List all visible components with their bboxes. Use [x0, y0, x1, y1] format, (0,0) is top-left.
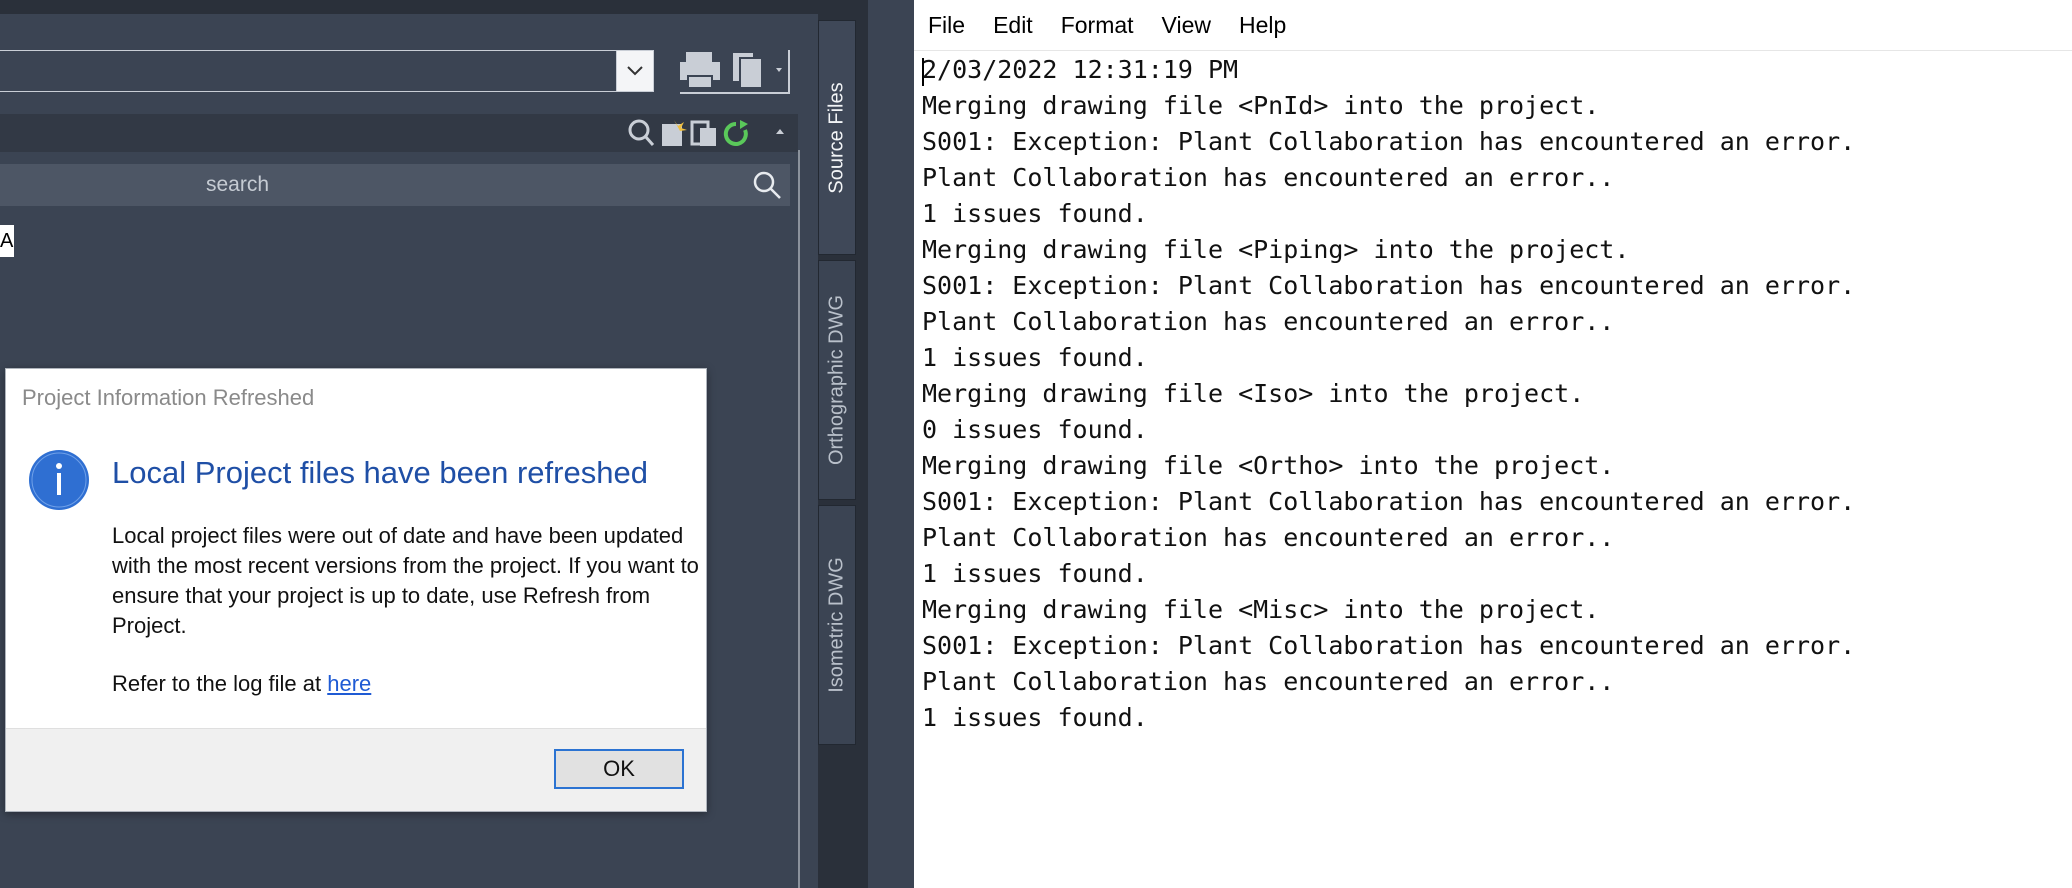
- window-gap: [868, 0, 914, 888]
- log-line: 0 issues found.: [922, 415, 1148, 444]
- tree-item-label[interactable]: A: [0, 225, 14, 257]
- log-line: Plant Collaboration has encountered an e…: [922, 523, 1615, 552]
- log-line: Merging drawing file <PnId> into the pro…: [922, 91, 1600, 120]
- search-placeholder[interactable]: search: [0, 164, 475, 206]
- search-icon[interactable]: [752, 170, 782, 200]
- log-line: 1 issues found.: [922, 199, 1148, 228]
- caret-up-icon[interactable]: [776, 129, 784, 134]
- log-line: Merging drawing file <Misc> into the pro…: [922, 595, 1600, 624]
- tab-label: Orthographic DWG: [825, 294, 848, 466]
- dialog-title: Project Information Refreshed: [22, 385, 315, 410]
- log-line: 1 issues found.: [922, 703, 1148, 732]
- info-icon: [28, 449, 90, 511]
- dialog-body-text: Local project files were out of date and…: [112, 523, 699, 638]
- notepad-window: File Edit Format View Help 2/03/2022 12:…: [914, 0, 2072, 888]
- log-line: 1 issues found.: [922, 559, 1148, 588]
- search-field[interactable]: search: [0, 164, 790, 206]
- tab-isometric-dwg[interactable]: Isometric DWG: [818, 505, 856, 745]
- log-text-area[interactable]: 2/03/2022 12:31:19 PM Merging drawing fil…: [922, 52, 2062, 882]
- print-toolbar: [680, 48, 798, 96]
- log-file-link[interactable]: here: [327, 671, 371, 696]
- refresh-dialog: Project Information Refreshed Local Proj…: [5, 368, 707, 812]
- dialog-footer: OK: [6, 728, 706, 811]
- dialog-heading: Local Project files have been refreshed: [112, 455, 648, 490]
- menu-help[interactable]: Help: [1225, 0, 1300, 50]
- log-line: Merging drawing file <Iso> into the proj…: [922, 379, 1585, 408]
- menu-view[interactable]: View: [1148, 0, 1225, 50]
- menu-file[interactable]: File: [914, 0, 979, 50]
- tab-source-files[interactable]: Source Files: [818, 20, 856, 255]
- title-strip: [0, 0, 818, 14]
- tab-label: Isometric DWG: [825, 557, 848, 693]
- log-line: Plant Collaboration has encountered an e…: [922, 163, 1615, 192]
- tab-orthographic-dwg[interactable]: Orthographic DWG: [818, 260, 856, 500]
- log-line: Plant Collaboration has encountered an e…: [922, 667, 1615, 696]
- copy-files-icon[interactable]: [690, 120, 716, 146]
- panel-divider: [798, 150, 800, 888]
- dialog-message: Local project files were out of date and…: [112, 521, 702, 641]
- menu-edit[interactable]: Edit: [979, 0, 1047, 50]
- log-line: Merging drawing file <Piping> into the p…: [922, 235, 1630, 264]
- menu-bar: File Edit Format View Help: [914, 0, 2072, 51]
- log-reference-text: Refer to the log file at: [112, 671, 328, 696]
- log-reference: Refer to the log file at here: [112, 671, 371, 697]
- log-line: S001: Exception: Plant Collaboration has…: [922, 487, 1856, 516]
- tab-label: Source Files: [825, 81, 848, 194]
- chevron-down-icon[interactable]: [616, 51, 653, 91]
- refresh-icon[interactable]: [723, 120, 748, 146]
- sub-toolbar-icons: [626, 118, 796, 148]
- log-line: S001: Exception: Plant Collaboration has…: [922, 631, 1856, 660]
- zoom-icon[interactable]: [628, 119, 655, 146]
- ok-button[interactable]: OK: [554, 749, 684, 789]
- menu-format[interactable]: Format: [1047, 0, 1148, 50]
- log-line: 2/03/2022 12:31:19 PM: [922, 55, 1239, 84]
- print-icon[interactable]: [680, 52, 720, 89]
- log-line: S001: Exception: Plant Collaboration has…: [922, 127, 1856, 156]
- publish-icon[interactable]: [731, 51, 782, 89]
- log-line: Merging drawing file <Ortho> into the pr…: [922, 451, 1615, 480]
- log-line: Plant Collaboration has encountered an e…: [922, 307, 1615, 336]
- log-line: S001: Exception: Plant Collaboration has…: [922, 271, 1856, 300]
- project-dropdown[interactable]: [0, 50, 654, 92]
- new-file-icon[interactable]: [662, 120, 687, 146]
- log-line: 1 issues found.: [922, 343, 1148, 372]
